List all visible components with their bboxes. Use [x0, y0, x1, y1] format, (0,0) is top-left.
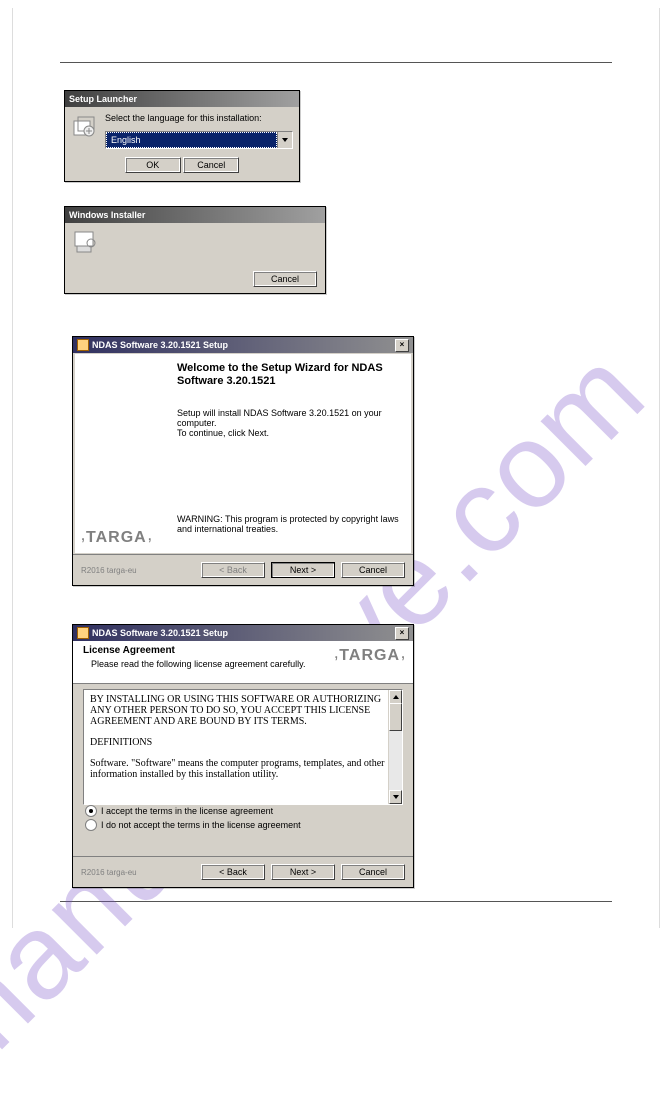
- language-dropdown[interactable]: English: [105, 131, 293, 149]
- back-button: < Back: [201, 562, 265, 578]
- cancel-button[interactable]: Cancel: [341, 562, 405, 578]
- windows-installer-titlebar: Windows Installer: [65, 207, 325, 223]
- license-p2: Software. "Software" means the computer …: [90, 758, 396, 780]
- language-selected: English: [106, 132, 277, 148]
- license-dialog: NDAS Software 3.20.1521 Setup × License …: [72, 624, 414, 888]
- wizard2-header-band: License Agreement Please read the follow…: [73, 641, 413, 684]
- decline-label: I do not accept the terms in the license…: [101, 820, 301, 830]
- cancel-button[interactable]: Cancel: [341, 864, 405, 880]
- installer-icon: [71, 113, 99, 141]
- cancel-button[interactable]: Cancel: [183, 157, 239, 173]
- wizard1-title: NDAS Software 3.20.1521 Setup: [92, 340, 228, 350]
- windows-installer-title: Windows Installer: [69, 210, 145, 220]
- wizard1-warning: WARNING: This program is protected by co…: [177, 514, 403, 534]
- scrollbar[interactable]: [388, 690, 402, 804]
- back-button[interactable]: < Back: [201, 864, 265, 880]
- license-heading: License Agreement: [83, 645, 175, 656]
- wizard2-title: NDAS Software 3.20.1521 Setup: [92, 628, 228, 638]
- license-p1: BY INSTALLING OR USING THIS SOFTWARE OR …: [90, 694, 396, 727]
- setup-launcher-titlebar: Setup Launcher: [65, 91, 299, 107]
- wizard1-titlebar: NDAS Software 3.20.1521 Setup ×: [73, 337, 413, 353]
- scroll-thumb[interactable]: [389, 703, 402, 731]
- ok-button[interactable]: OK: [125, 157, 181, 173]
- wizard1-text2: To continue, click Next.: [177, 428, 403, 438]
- cancel-button[interactable]: Cancel: [253, 271, 317, 287]
- msi-icon: [77, 627, 89, 639]
- accept-label: I accept the terms in the license agreem…: [101, 806, 273, 816]
- top-divider: [60, 62, 612, 63]
- wizard2-titlebar: NDAS Software 3.20.1521 Setup ×: [73, 625, 413, 641]
- wizard1-heading: Welcome to the Setup Wizard for NDAS Sof…: [177, 362, 403, 388]
- decline-radio[interactable]: I do not accept the terms in the license…: [85, 819, 401, 831]
- bottom-divider: [60, 901, 612, 902]
- setup-launcher-dialog: Setup Launcher Select the language for t…: [64, 90, 300, 182]
- wizard2-footer-text: R2016 targa-eu: [81, 868, 137, 877]
- wizard1-content: ‚TARGA‚ Welcome to the Setup Wizard for …: [75, 354, 411, 553]
- scroll-up-icon[interactable]: [389, 690, 402, 704]
- welcome-wizard-dialog: NDAS Software 3.20.1521 Setup × ‚TARGA‚ …: [72, 336, 414, 586]
- next-button[interactable]: Next >: [271, 864, 335, 880]
- wizard1-text1: Setup will install NDAS Software 3.20.15…: [177, 408, 403, 428]
- wizard2-footer: R2016 targa-eu < Back Next > Cancel: [73, 856, 413, 887]
- setup-launcher-title: Setup Launcher: [69, 94, 137, 104]
- next-button[interactable]: Next >: [271, 562, 335, 578]
- accept-radio[interactable]: I accept the terms in the license agreem…: [85, 805, 401, 817]
- license-sub: Please read the following license agreem…: [91, 659, 305, 669]
- close-icon[interactable]: ×: [395, 339, 409, 352]
- close-icon[interactable]: ×: [395, 627, 409, 640]
- license-h: DEFINITIONS: [90, 737, 396, 748]
- scroll-down-icon[interactable]: [389, 790, 402, 804]
- installer-running-icon: [71, 229, 99, 257]
- chevron-down-icon[interactable]: [277, 132, 292, 148]
- targa-brand-logo: ‚TARGA‚: [334, 647, 405, 665]
- msi-icon: [77, 339, 89, 351]
- license-textbox[interactable]: BY INSTALLING OR USING THIS SOFTWARE OR …: [83, 689, 403, 805]
- wizard1-footer-text: R2016 targa-eu: [81, 566, 137, 575]
- windows-installer-dialog: Windows Installer Cancel: [64, 206, 326, 294]
- wizard1-footer: R2016 targa-eu < Back Next > Cancel: [73, 554, 413, 585]
- language-prompt: Select the language for this installatio…: [105, 113, 293, 123]
- targa-brand-logo: ‚TARGA‚: [81, 529, 152, 547]
